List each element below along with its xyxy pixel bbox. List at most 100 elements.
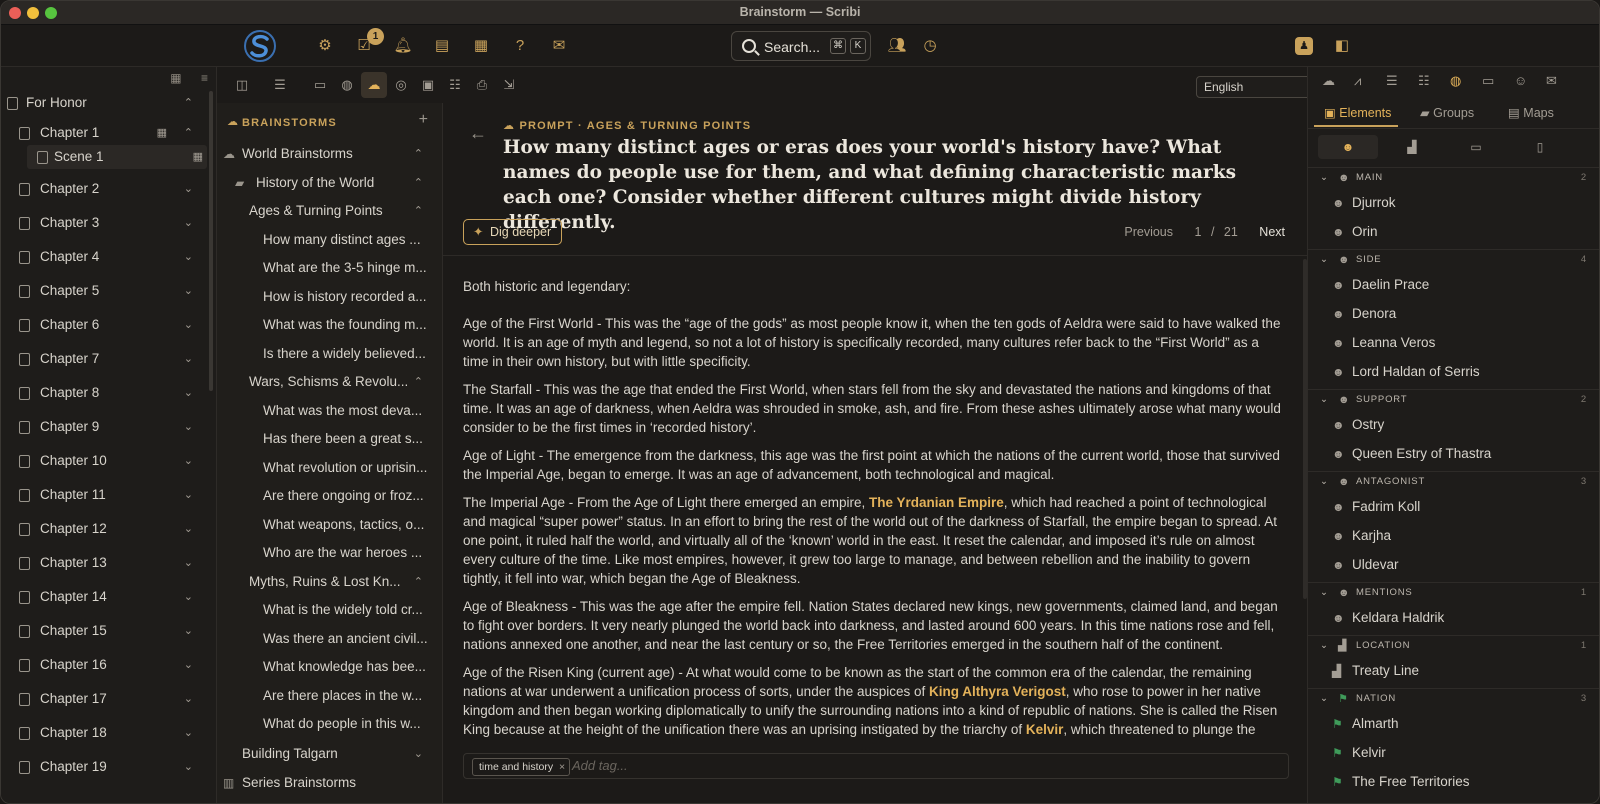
element-item[interactable]: ⚑ Almarth <box>1308 710 1599 738</box>
menu-icon[interactable]: ≡ <box>201 71 208 85</box>
chevron-up-icon[interactable]: ⌃ <box>414 569 423 595</box>
projects-icon[interactable]: ▤ <box>431 35 453 57</box>
chevron-down-icon[interactable]: ⌄ <box>1320 583 1329 603</box>
prompt-item[interactable]: Is there a widely believed... <box>217 341 435 367</box>
notifications-bell-icon[interactable]: 🔔︎ <box>392 35 414 57</box>
chapter-item[interactable]: Chapter 6 ⌄ <box>1 311 207 339</box>
list-icon[interactable]: ☰ <box>1386 73 1398 89</box>
chapter-item[interactable]: Chapter 19 ⌄ <box>1 753 207 781</box>
element-group-header[interactable]: ⌄ ☻ SUPPORT 2 <box>1308 389 1599 410</box>
feedback-chat-icon[interactable]: ✉ <box>548 35 570 57</box>
print-icon[interactable]: ⎙ <box>471 74 493 96</box>
brainstorm-folder[interactable]: Wars, Schisms & Revolu... ⌃ <box>217 369 435 395</box>
element-group-header[interactable]: ⌄ ☻ MAIN 2 <box>1308 167 1599 188</box>
next-button[interactable]: Next <box>1259 225 1285 239</box>
prompt-item[interactable]: What is the widely told cr... <box>217 597 435 623</box>
global-search-button[interactable]: Search... ⌘ K <box>731 31 871 61</box>
chevron-down-icon[interactable]: ⌄ <box>184 583 193 611</box>
calendar-icon[interactable]: ▦ <box>170 71 181 85</box>
element-item[interactable]: ⚑ The Free Territories <box>1308 768 1599 796</box>
prompt-item[interactable]: How is history recorded a... <box>217 284 435 310</box>
chevron-down-icon[interactable]: ⌄ <box>1320 390 1329 410</box>
ai-bot-icon[interactable]: ☺ <box>1514 73 1527 88</box>
element-item[interactable]: ☻ Daelin Prace <box>1308 271 1599 299</box>
prompt-item[interactable]: How many distinct ages ... <box>217 227 435 253</box>
outline-icon[interactable]: ☰ <box>269 74 291 96</box>
element-item[interactable]: ☻ Leanna Veros <box>1308 329 1599 357</box>
chapter-item[interactable]: Chapter 10 ⌄ <box>1 447 207 475</box>
chevron-down-icon[interactable]: ⌄ <box>184 413 193 441</box>
timeline-icon[interactable]: ☷ <box>1418 73 1430 89</box>
chevron-down-icon[interactable]: ⌄ <box>1320 168 1329 188</box>
chevron-down-icon[interactable]: ⌄ <box>184 549 193 577</box>
remove-tag-icon[interactable]: × <box>559 759 565 775</box>
chevron-down-icon[interactable]: ⌄ <box>184 515 193 543</box>
chapter-item[interactable]: Chapter 1 ▦ ⌃ <box>1 119 207 147</box>
chevron-down-icon[interactable]: ⌄ <box>184 379 193 407</box>
prompt-item[interactable]: What are the 3-5 hinge m... <box>217 255 435 281</box>
element-group-header[interactable]: ⌄ ⚑ NATION 3 <box>1308 688 1599 708</box>
chapter-item[interactable]: Chapter 14 ⌄ <box>1 583 207 611</box>
chevron-down-icon[interactable]: ⌄ <box>184 617 193 645</box>
chapter-item[interactable]: Chapter 2 ⌄ <box>1 175 207 203</box>
calendar-icon[interactable]: ▦ <box>470 35 492 57</box>
add-tag-input[interactable]: Add tag... <box>572 758 628 773</box>
chevron-down-icon[interactable]: ⌄ <box>184 243 193 271</box>
globe-icon[interactable]: ◍ <box>1450 73 1461 89</box>
back-arrow-icon[interactable]: ← <box>469 123 487 144</box>
element-item[interactable]: ☻ Djurrok <box>1308 189 1599 217</box>
element-item[interactable]: ☻ Lord Haldan of Serris <box>1308 358 1599 386</box>
panel-icon[interactable]: ◫ <box>231 74 253 96</box>
element-item[interactable]: ☻ Karjha <box>1308 522 1599 550</box>
calendar-icon[interactable]: ▦ <box>157 119 167 147</box>
brainstorm-folder[interactable]: ▰ History of the World ⌃ <box>217 170 435 196</box>
items-filter-icon[interactable]: ▭ <box>1446 135 1506 159</box>
chevron-up-icon[interactable]: ⌃ <box>184 119 193 147</box>
element-item[interactable]: ▟ Treaty Line <box>1308 657 1599 685</box>
characters-filter-icon[interactable]: ☻ <box>1318 135 1378 159</box>
element-item[interactable]: ☻ Fadrim Koll <box>1308 493 1599 521</box>
element-item[interactable]: ☻ Uldevar <box>1308 551 1599 579</box>
brainstorm-tool-icon[interactable]: ☁ <box>361 72 387 98</box>
add-brainstorm-button[interactable]: + <box>419 111 428 129</box>
comments-icon[interactable]: ✉ <box>1546 73 1557 89</box>
chevron-down-icon[interactable]: ⌄ <box>184 719 193 747</box>
timeline-icon[interactable]: ☷ <box>444 74 466 96</box>
chevron-down-icon[interactable]: ⌄ <box>1320 250 1329 270</box>
globe-icon[interactable]: ◍ <box>336 74 358 96</box>
chevron-down-icon[interactable]: ⌄ <box>184 753 193 781</box>
chevron-down-icon[interactable]: ⌄ <box>184 175 193 203</box>
locations-filter-icon[interactable]: ▟ <box>1382 135 1442 159</box>
chevron-down-icon[interactable]: ⌄ <box>184 481 193 509</box>
chevron-down-icon[interactable]: ⌄ <box>184 345 193 373</box>
chapter-item[interactable]: Chapter 3 ⌄ <box>1 209 207 237</box>
chart-icon[interactable]: ⩘ <box>1354 73 1361 89</box>
element-group-header[interactable]: ⌄ ☻ SIDE 4 <box>1308 249 1599 270</box>
chevron-up-icon[interactable]: ⌃ <box>414 198 423 224</box>
brainstorm-icon[interactable]: ☁ <box>1322 73 1335 89</box>
user-avatar[interactable]: ♟ <box>1295 37 1313 55</box>
chevron-down-icon[interactable]: ⌄ <box>1320 636 1329 656</box>
tab-elements[interactable]: ▣ Elements <box>1324 105 1391 120</box>
chapter-item[interactable]: Chapter 13 ⌄ <box>1 549 207 577</box>
prompt-item[interactable]: Are there ongoing or froz... <box>217 483 435 509</box>
book-item[interactable]: For Honor ⌃ <box>1 89 207 117</box>
tab-groups[interactable]: ▰ Groups <box>1420 105 1474 120</box>
chevron-up-icon[interactable]: ⌃ <box>414 141 423 167</box>
element-group-header[interactable]: ⌄ ☻ MENTIONS 1 <box>1308 582 1599 603</box>
notes-icon[interactable]: ▣ <box>417 74 439 96</box>
maximize-window-button[interactable] <box>45 7 57 19</box>
prompt-item[interactable]: What knowledge has bee... <box>217 654 435 680</box>
element-link[interactable]: Kelvir <box>1026 722 1064 737</box>
chapter-item[interactable]: Chapter 4 ⌄ <box>1 243 207 271</box>
document-icon[interactable]: ▭ <box>309 74 331 96</box>
prompt-item[interactable]: What revolution or uprisin... <box>217 455 435 481</box>
help-icon[interactable]: ? <box>509 35 531 57</box>
prompt-item[interactable]: What was the founding m... <box>217 312 435 338</box>
element-item[interactable]: ☻ Queen Estry of Thastra <box>1308 440 1599 468</box>
brainstorm-folder[interactable]: Ages & Turning Points ⌃ <box>217 198 435 224</box>
toggle-right-panel-icon[interactable]: ◧ <box>1331 35 1353 57</box>
chapter-item[interactable]: Chapter 12 ⌄ <box>1 515 207 543</box>
brainstorm-folder[interactable]: Building Talgarn ⌄ <box>217 741 435 767</box>
tab-maps[interactable]: ▤ Maps <box>1508 105 1554 120</box>
